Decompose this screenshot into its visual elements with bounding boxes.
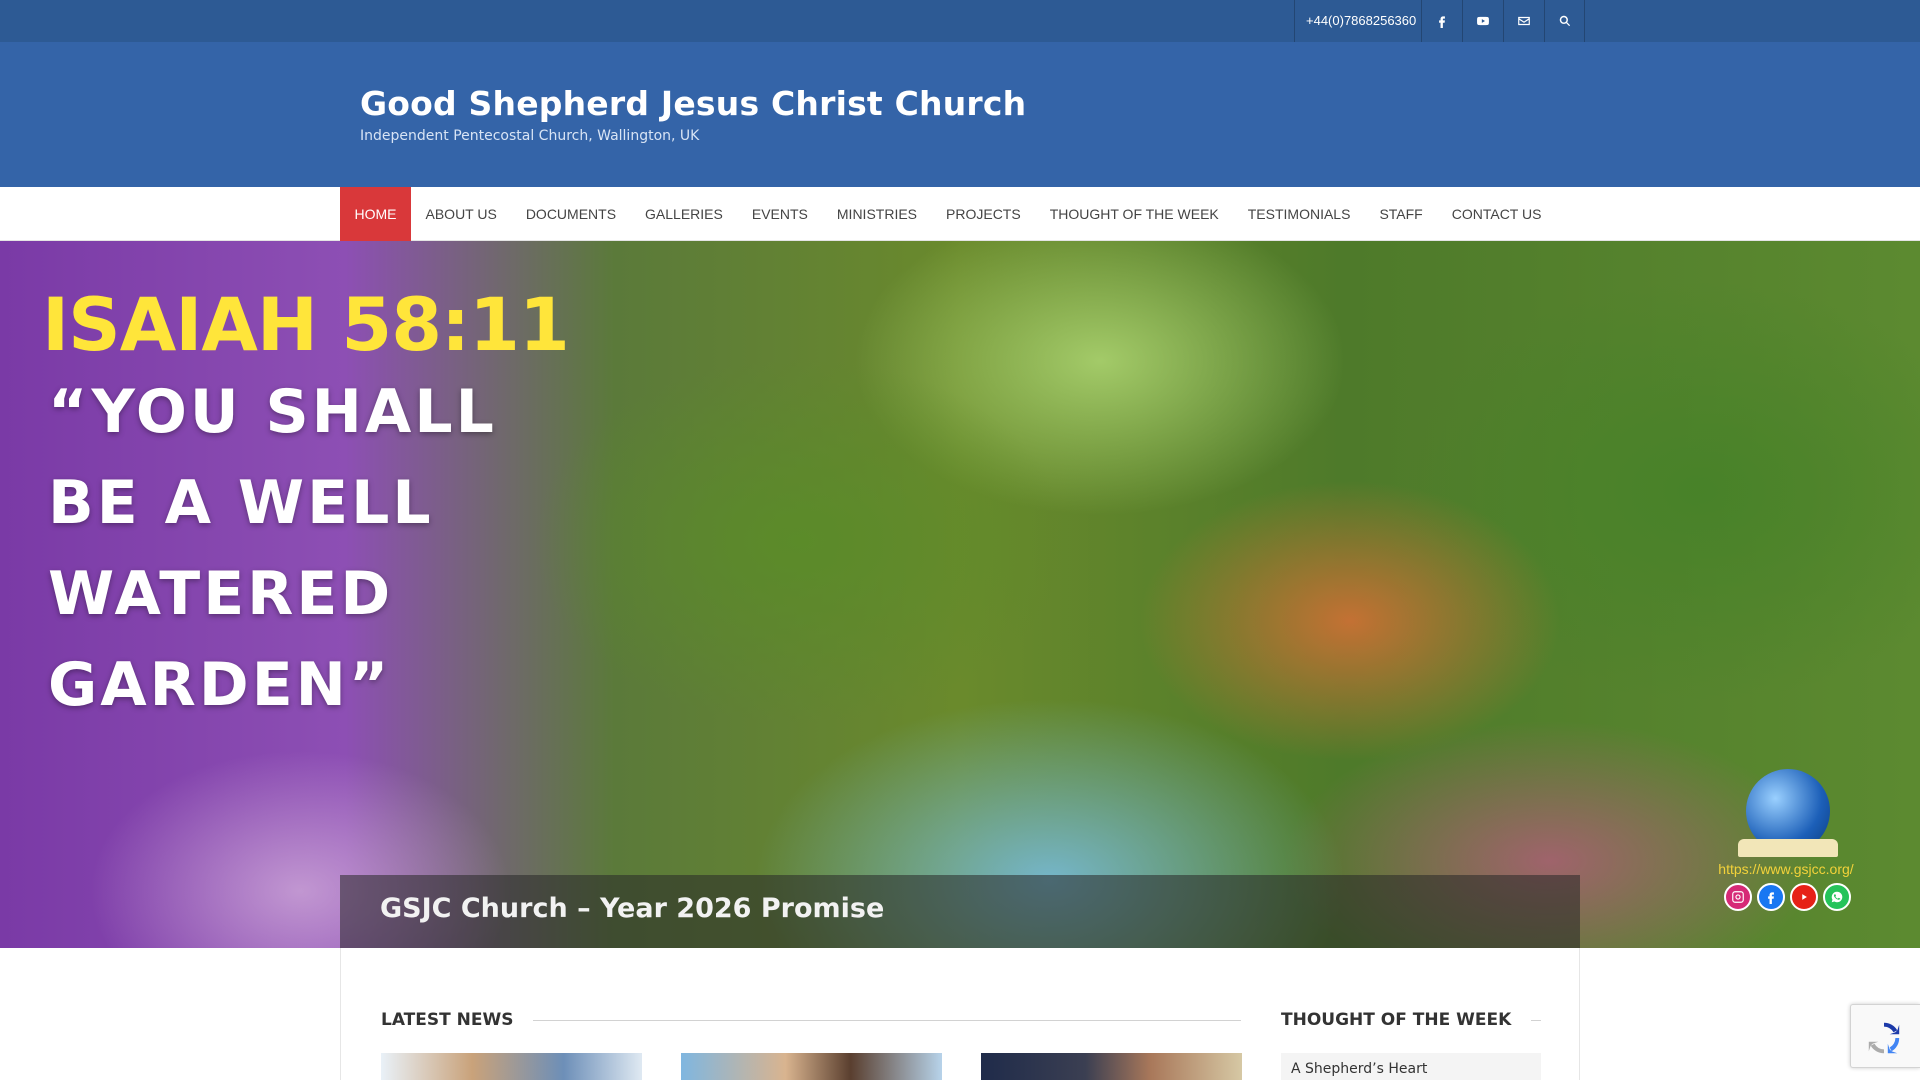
site-title[interactable]: Good Shepherd Jesus Christ Church [360,84,1026,123]
thought-of-week-box: A Shepherd’s Heart [1281,1053,1541,1080]
thought-of-week-title: THOUGHT OF THE WEEK [1281,1010,1512,1030]
nav-item-staff[interactable]: STAFF [1365,187,1437,241]
instagram-icon [1724,883,1752,911]
brand-url: https://www.gsjcc.org/ [1718,861,1854,877]
site-header: Good Shepherd Jesus Christ Church Indepe… [0,42,1920,187]
hero-caption-bar: GSJC Church – Year 2026 Promise [340,875,1580,948]
content-area: LATEST NEWS THOUGHT OF THE WEEK A Shephe… [340,948,1580,1080]
thought-of-week-heading: THOUGHT OF THE WEEK [1281,1010,1541,1030]
nav-item-documents[interactable]: DOCUMENTS [511,187,630,241]
divider [533,1019,1241,1021]
facebook-icon [1757,883,1785,911]
recaptcha-icon [1868,1022,1900,1054]
hero-verse-reference: ISAIAH 58:11 [42,283,570,368]
latest-news-title: LATEST NEWS [381,1010,514,1030]
nav-item-testimonials[interactable]: TESTIMONIALS [1233,187,1365,241]
site-tagline: Independent Pentecostal Church, Wallingt… [360,128,700,144]
main-nav: HOME ABOUT US DOCUMENTS GALLERIES EVENTS… [0,187,1920,241]
open-book-icon [1738,839,1838,857]
nav-item-contact-us[interactable]: CONTACT US [1437,187,1556,241]
phone-number[interactable]: +44(0)7868256360 [1295,0,1421,42]
whatsapp-icon [1823,883,1851,911]
hero-verse-text: “YOU SHALL BE A WELL WATERED GARDEN” [48,367,528,731]
nav-item-thought-of-the-week[interactable]: THOUGHT OF THE WEEK [1035,187,1233,241]
news-thumbnail[interactable] [681,1053,942,1080]
hero-verse-line: GARDEN” [48,650,392,720]
top-bar: +44(0)7868256360 [0,0,1920,42]
nav-item-projects[interactable]: PROJECTS [932,187,1036,241]
youtube-icon[interactable] [1462,0,1503,42]
brand-badge: https://www.gsjcc.org/ [1716,769,1856,929]
recaptcha-badge[interactable] [1850,1004,1920,1068]
hero-verse-line: BE A WELL [48,468,434,538]
top-bar-contact: +44(0)7868256360 [1294,0,1586,42]
hero-slider[interactable]: ISAIAH 58:11 “YOU SHALL BE A WELL WATERE… [0,241,1920,948]
hero-verse-line: “YOU SHALL [48,377,497,447]
divider [1531,1019,1541,1021]
hero-caption[interactable]: GSJC Church – Year 2026 Promise [380,893,884,924]
news-thumbnail[interactable] [981,1053,1242,1080]
youtube-icon [1790,883,1818,911]
search-icon[interactable] [1544,0,1586,42]
nav-list: HOME ABOUT US DOCUMENTS GALLERIES EVENTS… [340,187,1556,241]
nav-item-ministries[interactable]: MINISTRIES [822,187,931,241]
nav-item-home[interactable]: HOME [340,187,411,241]
news-thumbnail[interactable] [381,1053,642,1080]
thought-of-week-link[interactable]: A Shepherd’s Heart [1291,1061,1427,1077]
brand-socials [1724,883,1851,911]
hero-verse-line: WATERED [48,559,394,629]
latest-news-heading: LATEST NEWS [381,1010,1241,1030]
facebook-icon[interactable] [1421,0,1462,42]
nav-item-events[interactable]: EVENTS [737,187,822,241]
nav-item-about-us[interactable]: ABOUT US [411,187,511,241]
nav-item-galleries[interactable]: GALLERIES [631,187,738,241]
mail-icon[interactable] [1503,0,1544,42]
